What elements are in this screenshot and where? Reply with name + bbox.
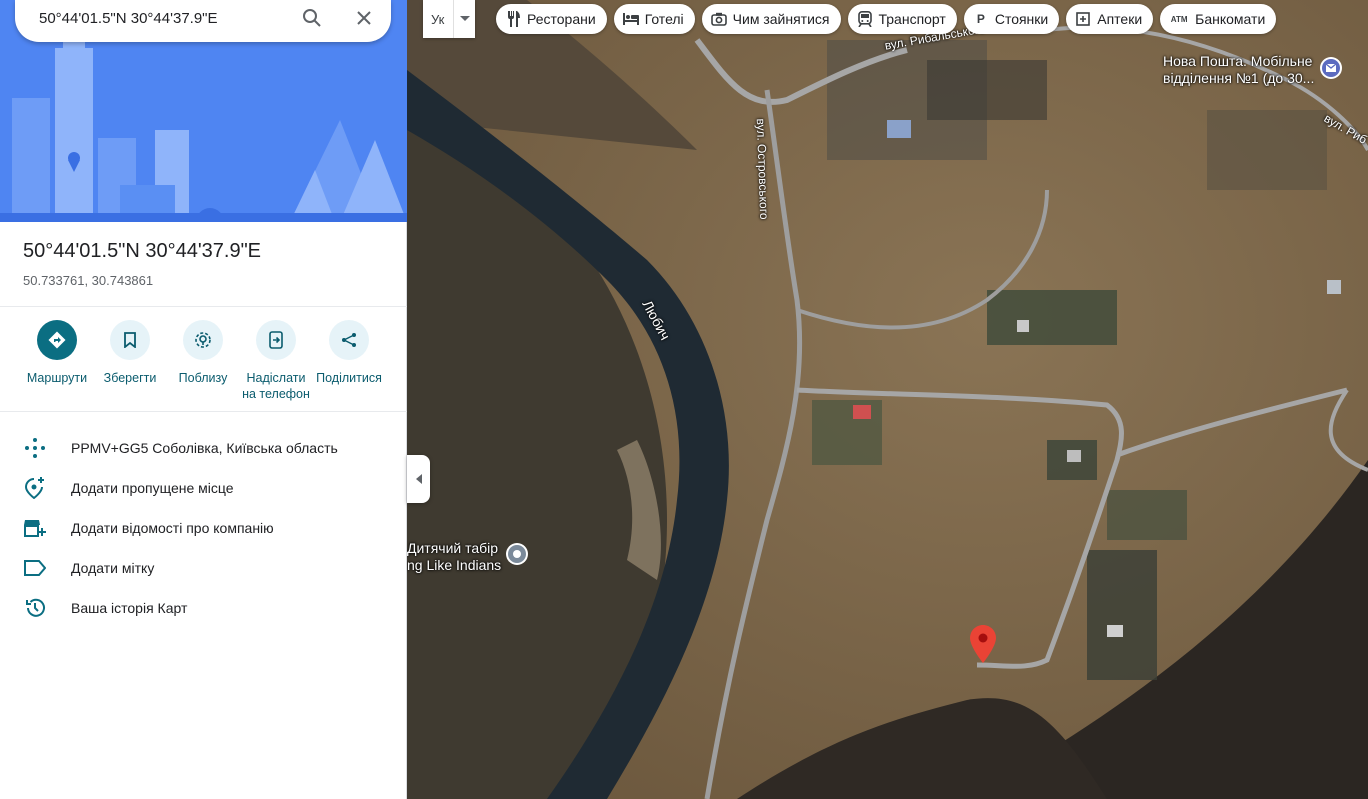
share-icon <box>329 320 369 360</box>
chip-pharmacy-label: Аптеки <box>1097 11 1143 27</box>
send-to-phone-button[interactable]: Надіслати на телефон <box>240 320 312 402</box>
layer-language-button[interactable]: Ук <box>423 0 475 38</box>
camp-label[interactable]: Дитячий табір ng Like Indians <box>407 540 501 574</box>
add-label-text: Додати мітку <box>71 560 155 576</box>
plus-code-icon <box>23 436 47 460</box>
plus-code-text: PPMV+GG5 Соболівка, Київська область <box>71 440 338 456</box>
location-pin-icon[interactable] <box>970 625 996 663</box>
bookmark-icon <box>110 320 150 360</box>
chip-parking-label: Стоянки <box>994 11 1049 27</box>
nearby-label: Поблизу <box>178 371 228 385</box>
camp-marker-icon[interactable] <box>505 542 529 566</box>
add-place-text: Додати пропущене місце <box>71 480 234 496</box>
maps-app: Любич вул. Островського вул. Рибальськог… <box>0 0 1368 799</box>
camp-label-line2: ng Like Indians <box>407 557 502 573</box>
camera-icon <box>710 11 727 27</box>
chip-things-to-do-label: Чим зайнятися <box>732 11 830 27</box>
restaurant-icon <box>505 11 521 27</box>
list-item-plus-code[interactable]: PPMV+GG5 Соболівка, Київська область <box>0 428 407 468</box>
chip-things-to-do[interactable]: Чим зайнятися <box>701 4 841 34</box>
list-item-add-business[interactable]: Додати відомості про компанію <box>0 508 407 548</box>
add-business-icon <box>23 516 47 540</box>
place-decimal-coords: 50.733761, 30.743861 <box>23 273 154 288</box>
share-button[interactable]: Поділитися <box>313 320 385 386</box>
satellite-map[interactable] <box>407 0 1368 799</box>
chevron-down-icon[interactable] <box>453 0 475 38</box>
share-label: Поділитися <box>316 371 382 385</box>
list-item-history[interactable]: Ваша історія Карт <box>0 588 407 628</box>
directions-label: Маршрути <box>26 371 88 385</box>
chip-parking[interactable]: P Стоянки <box>963 4 1060 34</box>
add-location-icon <box>23 476 47 500</box>
list-item-add-label[interactable]: Додати мітку <box>0 548 407 588</box>
directions-button[interactable]: Маршрути <box>21 320 93 386</box>
chip-hotels-label: Готелі <box>644 11 684 27</box>
send-to-phone-label: Надіслати на телефон <box>242 371 310 401</box>
transit-icon <box>857 11 873 27</box>
search-input[interactable] <box>15 0 285 36</box>
close-icon[interactable] <box>352 6 376 30</box>
chip-transit-label: Транспорт <box>878 11 946 27</box>
nearby-icon <box>183 320 223 360</box>
chip-atm-label: Банкомати <box>1195 11 1266 27</box>
layer-language-label: Ук <box>431 11 445 27</box>
post-office-marker-icon[interactable] <box>1319 56 1343 80</box>
divider <box>0 411 407 412</box>
chip-transit[interactable]: Транспорт <box>847 4 957 34</box>
history-text: Ваша історія Карт <box>71 600 188 616</box>
chevron-left-icon <box>415 474 422 484</box>
side-panel: 50°44'01.5"N 30°44'37.9"E 50.733761, 30.… <box>0 0 407 799</box>
satellite-imagery <box>407 0 1368 799</box>
search-icon[interactable] <box>300 6 324 30</box>
pharmacy-icon <box>1075 11 1091 27</box>
history-icon <box>23 596 47 620</box>
category-chips: Ресторани Готелі Чим зайнятися Транспорт… <box>496 4 1277 34</box>
chip-restaurants[interactable]: Ресторани <box>496 4 607 34</box>
parking-icon: P <box>976 12 985 26</box>
chip-restaurants-label: Ресторани <box>527 11 596 27</box>
post-office-label[interactable]: Нова Пошта. Мобільне відділення №1 (до 3… <box>1163 53 1315 87</box>
save-button[interactable]: Зберегти <box>94 320 166 386</box>
divider <box>0 306 407 307</box>
add-business-text: Додати відомості про компанію <box>71 520 274 536</box>
send-to-phone-icon <box>256 320 296 360</box>
camp-label-line1: Дитячий табір <box>407 540 499 556</box>
search-box <box>15 0 391 42</box>
hotel-icon <box>622 11 639 27</box>
place-title: 50°44'01.5"N 30°44'37.9"E <box>23 240 262 262</box>
collapse-panel-button[interactable] <box>407 455 430 503</box>
atm-icon: ATM <box>1170 14 1188 24</box>
list-item-add-place[interactable]: Додати пропущене місце <box>0 468 407 508</box>
chip-atm[interactable]: ATM Банкомати <box>1160 4 1277 34</box>
chip-pharmacy[interactable]: Аптеки <box>1066 4 1154 34</box>
directions-icon <box>37 320 77 360</box>
nearby-button[interactable]: Поблизу <box>167 320 239 386</box>
chip-hotels[interactable]: Готелі <box>613 4 695 34</box>
place-details-list: PPMV+GG5 Соболівка, Київська область Дод… <box>0 428 407 628</box>
action-buttons: Маршрути Зберегти Поблизу Надіслати на т… <box>0 320 407 410</box>
label-icon <box>23 556 47 580</box>
save-label: Зберегти <box>103 371 157 385</box>
